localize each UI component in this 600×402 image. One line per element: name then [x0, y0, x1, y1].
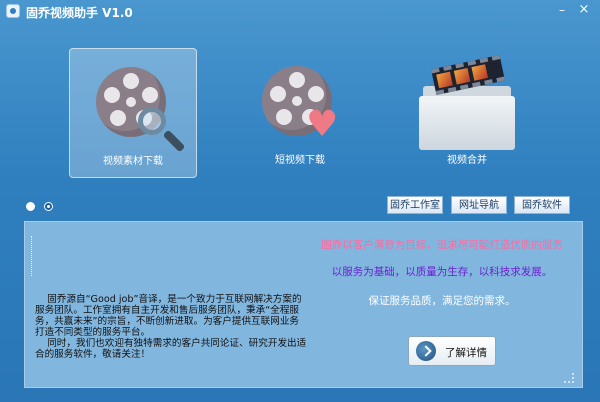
arrow-right-icon [416, 341, 436, 361]
toolbar-item-video-merge[interactable]: 视频合并 [403, 48, 531, 178]
about-text: 固乔源自“Good job”音译，是一个致力于互联网解决方案的服务团队。工作室拥… [35, 294, 307, 360]
studio-link-button[interactable]: 固乔工作室 [387, 196, 443, 214]
resize-grip-icon[interactable] [564, 373, 574, 383]
toolbar-item-label: 视频素材下载 [103, 156, 163, 167]
page-dot-1[interactable] [26, 202, 35, 211]
learn-more-label: 了解详情 [445, 347, 487, 359]
minimize-button[interactable]: – [554, 3, 570, 17]
toolbar-item-video-material-download[interactable]: 视频素材下载 [69, 48, 197, 178]
close-button[interactable]: × [576, 3, 592, 17]
title-bar: 固乔视频助手 V1.0 – × [0, 0, 600, 22]
slogan-line-2: 以服务为基础，以质量为生存，以科技求发展。 [331, 266, 553, 278]
software-link-button[interactable]: 固乔软件 [514, 196, 570, 214]
panel-scroll-indicator [31, 236, 35, 276]
info-panel: 固乔源自“Good job”音译，是一个致力于互联网解决方案的服务团队。工作室拥… [24, 221, 583, 388]
url-navigation-button[interactable]: 网址导航 [451, 196, 507, 214]
app-logo-icon [6, 4, 20, 18]
slogan-line-1: 固乔以客户满意为目标，追求尽可能打造优质的服务 [321, 239, 563, 251]
toolbar-item-label: 视频合并 [447, 155, 487, 166]
slogan-line-3: 保证服务品质，满足您的需求。 [368, 295, 516, 307]
window-title: 固乔视频助手 V1.0 [26, 6, 133, 20]
toolbar-item-short-video-download[interactable]: ♥ 短视频下载 [236, 48, 364, 178]
toolbar-item-label: 短视频下载 [275, 155, 325, 166]
learn-more-button[interactable]: 了解详情 [408, 336, 496, 366]
page-dot-2[interactable] [44, 202, 53, 211]
